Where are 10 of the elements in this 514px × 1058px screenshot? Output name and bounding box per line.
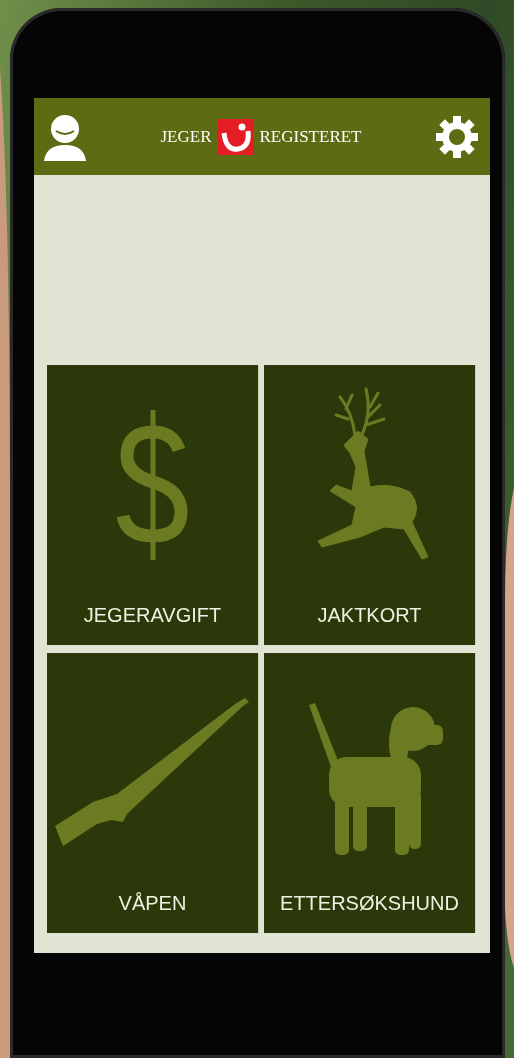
menu-tile[interactable]: JEGERAVGIFT: [47, 365, 259, 645]
menu-tile[interactable]: JAKTKORT: [264, 365, 476, 645]
rifle-icon: [55, 697, 250, 848]
profile-icon[interactable]: [44, 112, 86, 161]
menu-tile[interactable]: ETTERSØKSHUND: [264, 653, 476, 933]
logo-icon: [217, 118, 254, 155]
logo-text: REGISTERET: [259, 126, 362, 147]
settings-icon[interactable]: [436, 115, 478, 158]
menu-tile[interactable]: VÅPEN: [47, 653, 259, 933]
logo-text: JEGER: [160, 126, 212, 147]
